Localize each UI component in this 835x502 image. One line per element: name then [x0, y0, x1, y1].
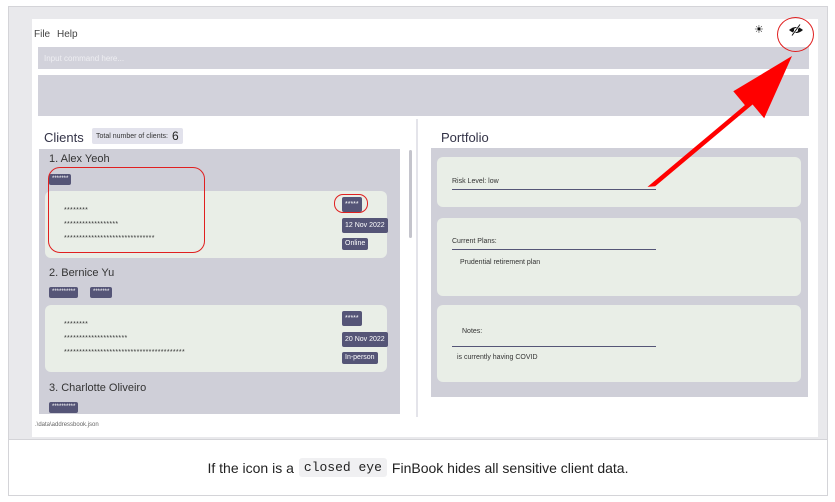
current-plans-label: Current Plans: — [452, 238, 497, 245]
sun-icon[interactable]: ☀ — [754, 24, 766, 36]
notes-value: is currently having COVID — [457, 354, 538, 361]
plans-underline — [452, 249, 656, 250]
annotation-arrow-icon — [647, 56, 792, 187]
menu-help[interactable]: Help — [57, 29, 78, 40]
client-tag: ********** — [49, 287, 79, 298]
client-name[interactable]: 2. Bernice Yu — [49, 267, 114, 279]
clients-title: Clients — [44, 130, 84, 145]
caption-text-before: If the icon is a — [207, 459, 294, 476]
menu-bar: File Help ☀ — [32, 19, 818, 43]
client-name[interactable]: 1. Alex Yeoh — [49, 153, 110, 165]
annotation-highlight-eye-icon — [777, 17, 814, 52]
client-tag: ********** — [49, 402, 79, 413]
notes-card: Notes: is currently having COVID — [437, 305, 801, 382]
panel-divider[interactable] — [416, 119, 418, 417]
notes-underline — [452, 346, 656, 347]
portfolio-title: Portfolio — [441, 130, 489, 145]
client-card[interactable]: ******** ********************* *********… — [45, 305, 388, 372]
risk-underline — [452, 189, 656, 190]
client-list-scrollbar[interactable] — [409, 150, 412, 238]
meeting-mode-badge: In-person — [342, 352, 378, 364]
client-count-badge: Total number of clients: 6 — [92, 128, 183, 144]
risk-level-label: Risk Level: low — [452, 178, 499, 185]
caption-code: closed eye — [298, 458, 387, 477]
screenshot-frame: File Help ☀ Clients Total number of clie… — [8, 6, 828, 440]
caption-text-after: FinBook hides all sensitive client data. — [391, 459, 629, 476]
risk-badge: ***** — [342, 311, 362, 326]
client-name[interactable]: 3. Charlotte Oliveiro — [49, 382, 146, 394]
masked-field: ******** — [64, 321, 89, 328]
masked-field: ********************* — [64, 335, 128, 342]
meeting-mode-badge: Online — [342, 238, 369, 250]
meeting-date-badge: 12 Nov 2022 — [342, 218, 388, 233]
client-count-label: Total number of clients: — [96, 132, 168, 140]
client-count-value: 6 — [171, 129, 179, 143]
app-window: File Help ☀ Clients Total number of clie… — [32, 17, 818, 437]
annotation-highlight-client-data — [48, 167, 205, 253]
menu-file[interactable]: File — [34, 29, 50, 40]
masked-field: **************************************** — [64, 349, 185, 356]
current-plans-value: Prudential retirement plan — [460, 259, 541, 266]
client-tag: ******* — [90, 287, 113, 298]
plans-card: Current Plans: Prudential retirement pla… — [437, 218, 801, 296]
status-file-path: .\data\addressbook.json — [35, 422, 99, 428]
annotation-highlight-risk-badge — [334, 194, 368, 213]
caption: If the icon is a closed eye FinBook hide… — [8, 440, 828, 496]
meeting-date-badge: 20 Nov 2022 — [342, 332, 388, 347]
notes-label: Notes: — [462, 328, 483, 335]
